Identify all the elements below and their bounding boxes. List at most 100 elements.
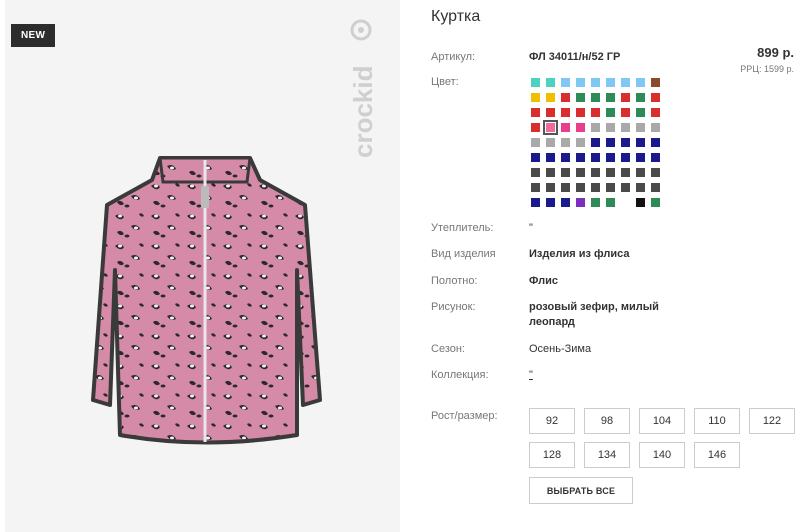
color-swatch[interactable] [635, 122, 646, 133]
print-value-line1: розовый зефир, милый [529, 301, 659, 313]
color-swatch[interactable] [545, 92, 556, 103]
color-swatch[interactable] [530, 167, 541, 178]
color-swatch[interactable] [620, 137, 631, 148]
size-option[interactable]: 98 [584, 408, 630, 434]
color-swatch[interactable] [545, 137, 556, 148]
color-swatch[interactable] [605, 77, 616, 88]
size-option[interactable]: 110 [694, 408, 740, 434]
size-option[interactable]: 104 [639, 408, 685, 434]
color-swatch[interactable] [635, 107, 646, 118]
color-swatch[interactable] [605, 122, 616, 133]
item-type-value: Изделия из флиса [529, 248, 630, 260]
color-swatch[interactable] [620, 152, 631, 163]
color-swatch[interactable] [530, 107, 541, 118]
color-swatch[interactable] [560, 137, 571, 148]
color-swatch[interactable] [635, 92, 646, 103]
color-swatch[interactable] [590, 122, 601, 133]
color-swatch[interactable] [575, 122, 586, 133]
color-swatch[interactable] [545, 167, 556, 178]
new-badge: NEW [11, 24, 56, 47]
color-swatch[interactable] [590, 107, 601, 118]
color-swatch[interactable] [530, 182, 541, 193]
color-swatch[interactable] [560, 182, 571, 193]
color-swatch[interactable] [590, 152, 601, 163]
color-swatch[interactable] [575, 92, 586, 103]
color-swatch[interactable] [575, 197, 586, 208]
article-value: ФЛ 34011/н/52 ГР [529, 51, 621, 63]
color-swatch[interactable] [530, 92, 541, 103]
color-swatch[interactable] [545, 182, 556, 193]
fabric-value: Флис [529, 275, 558, 287]
color-swatch[interactable] [635, 152, 646, 163]
color-swatch[interactable] [530, 152, 541, 163]
size-option[interactable]: 146 [694, 442, 740, 468]
size-option[interactable]: 122 [749, 408, 795, 434]
size-option[interactable]: 128 [529, 442, 575, 468]
color-swatch[interactable] [530, 137, 541, 148]
color-swatch[interactable] [575, 137, 586, 148]
color-swatch[interactable] [650, 122, 661, 133]
select-all-button[interactable]: ВЫБРАТЬ ВСЕ [529, 477, 633, 504]
color-swatch[interactable] [545, 197, 556, 208]
color-swatch[interactable] [605, 197, 616, 208]
color-swatch[interactable] [590, 167, 601, 178]
color-swatch[interactable] [650, 197, 661, 208]
color-swatch[interactable] [620, 92, 631, 103]
color-swatch[interactable] [590, 137, 601, 148]
color-swatch[interactable] [605, 107, 616, 118]
color-swatch[interactable] [560, 197, 571, 208]
collection-value[interactable]: " [529, 369, 533, 381]
color-swatch[interactable] [620, 167, 631, 178]
color-swatch[interactable] [590, 197, 601, 208]
size-option[interactable]: 140 [639, 442, 685, 468]
color-swatch[interactable] [545, 107, 556, 118]
color-swatch[interactable] [560, 77, 571, 88]
color-swatch[interactable] [635, 182, 646, 193]
size-option[interactable]: 134 [584, 442, 630, 468]
color-swatch[interactable] [650, 107, 661, 118]
color-swatch[interactable] [620, 77, 631, 88]
color-swatch[interactable] [530, 122, 541, 133]
item-type-label: Вид изделия [431, 248, 496, 260]
color-swatch[interactable] [530, 197, 541, 208]
brand-logo-text: crockid [348, 66, 378, 159]
color-swatch[interactable] [590, 77, 601, 88]
color-swatch[interactable] [575, 152, 586, 163]
color-swatch[interactable] [635, 137, 646, 148]
color-swatch[interactable] [605, 152, 616, 163]
color-swatch[interactable] [575, 182, 586, 193]
color-swatch[interactable] [605, 92, 616, 103]
color-swatch[interactable] [650, 92, 661, 103]
color-swatch[interactable] [650, 182, 661, 193]
color-swatch[interactable] [543, 120, 558, 135]
color-swatch[interactable] [650, 77, 661, 88]
color-swatch[interactable] [650, 152, 661, 163]
color-swatch[interactable] [620, 107, 631, 118]
color-swatch[interactable] [590, 92, 601, 103]
color-swatch[interactable] [560, 167, 571, 178]
color-swatch[interactable] [530, 77, 541, 88]
color-swatch[interactable] [620, 182, 631, 193]
color-swatch[interactable] [620, 197, 631, 208]
color-swatch[interactable] [545, 152, 556, 163]
product-photo[interactable]: NEW crockid [5, 0, 400, 532]
color-swatch[interactable] [575, 107, 586, 118]
color-swatch[interactable] [650, 137, 661, 148]
color-swatch[interactable] [560, 152, 571, 163]
color-swatch[interactable] [650, 167, 661, 178]
color-swatch[interactable] [560, 122, 571, 133]
color-swatch[interactable] [605, 182, 616, 193]
color-swatch[interactable] [620, 122, 631, 133]
color-swatch[interactable] [635, 77, 646, 88]
color-swatch[interactable] [560, 107, 571, 118]
color-swatch[interactable] [635, 167, 646, 178]
color-swatch[interactable] [635, 197, 646, 208]
color-swatch[interactable] [605, 137, 616, 148]
color-swatch[interactable] [590, 182, 601, 193]
color-swatch[interactable] [545, 77, 556, 88]
size-option[interactable]: 92 [529, 408, 575, 434]
color-swatch[interactable] [575, 167, 586, 178]
color-swatch[interactable] [560, 92, 571, 103]
color-swatch[interactable] [605, 167, 616, 178]
color-swatch[interactable] [575, 77, 586, 88]
